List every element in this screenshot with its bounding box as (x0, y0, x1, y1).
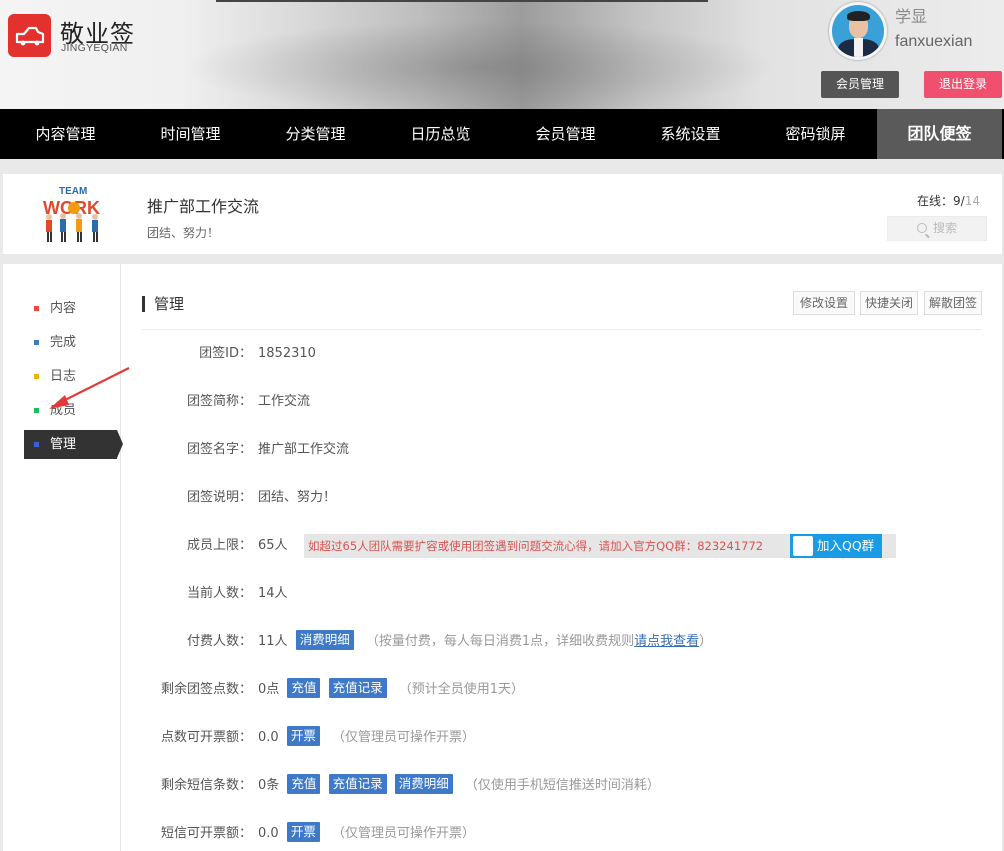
section-title: 管理 (154, 295, 185, 313)
team-card: TEAM WORK 推广部工作交流 团结、努力！ 在线：9/14 搜索 (3, 174, 1002, 254)
quick-close-button[interactable]: 快捷关闭 (860, 291, 918, 315)
field-row-limit: 成员上限： 65人 (186, 538, 288, 553)
dot-icon (34, 442, 39, 447)
avatar[interactable] (829, 2, 887, 60)
sidebar-item-log[interactable]: 日志 (24, 362, 117, 391)
sidebar-item-done[interactable]: 完成 (24, 328, 117, 357)
brand-logo-icon[interactable] (8, 14, 51, 57)
field-row-short-name: 团签简称： 工作交流 (186, 394, 311, 409)
nav-item-time[interactable]: 时间管理 (128, 109, 253, 159)
dot-icon (34, 306, 39, 311)
rules-link[interactable]: 请点我查看 (634, 634, 699, 649)
field-row-id: 团签ID： 1852310 (199, 346, 316, 361)
member-management-button[interactable]: 会员管理 (821, 71, 899, 98)
consumption-detail-button[interactable]: 消费明细 (295, 630, 354, 650)
logout-button[interactable]: 退出登录 (924, 71, 1002, 98)
field-row-points: 剩余团签点数： 0点 充值 充值记录 （预计全员使用1天） (160, 678, 525, 698)
field-row-paid: 付费人数： 11人 消费明细 （按量付费，每人每日消费1点，详细收费规则请点我查看… (186, 630, 713, 650)
dot-icon (34, 340, 39, 345)
brand-pinyin: JINGYEQIAN (61, 42, 128, 54)
online-status: 在线：9/14 (917, 194, 980, 208)
header: 敬业签 JINGYEQIAN 学显 fanxuexian 会员管理 退出登录 (0, 0, 1004, 109)
main-panel: 内容 完成 日志 成员 管理 管理 修改设置 快捷关闭 解散团签 团签ID： 18… (3, 264, 1002, 851)
sidebar-item-members[interactable]: 成员 (24, 396, 117, 425)
dissolve-team-button[interactable]: 解散团签 (924, 291, 982, 315)
recharge-record-button[interactable]: 充值记录 (328, 678, 387, 698)
section-header: 管理 修改设置 快捷关闭 解散团签 (142, 290, 982, 330)
nav-item-member[interactable]: 会员管理 (503, 109, 628, 159)
field-row-full-name: 团签名字： 推广部工作交流 (186, 442, 350, 457)
search-input[interactable]: 搜索 (887, 216, 987, 241)
qq-icon (793, 536, 813, 556)
team-name: 推广部工作交流 (147, 197, 260, 216)
sidebar-item-manage[interactable]: 管理 (24, 430, 123, 459)
search-icon (916, 223, 927, 233)
dot-icon (34, 408, 39, 413)
field-row-sms-invoice: 短信可开票额： 0.0 开票 （仅管理员可操作开票） (160, 822, 475, 842)
recharge-sms-button[interactable]: 充值 (287, 774, 321, 794)
join-qq-button[interactable]: 加入QQ群 (790, 534, 882, 558)
edit-settings-button[interactable]: 修改设置 (793, 291, 855, 315)
nav-item-category[interactable]: 分类管理 (253, 109, 378, 159)
online-count: 9 (953, 194, 961, 208)
field-row-invoice: 点数可开票额： 0.0 开票 （仅管理员可操作开票） (160, 726, 475, 746)
nav-item-calendar[interactable]: 日历总览 (378, 109, 503, 159)
header-top-bar (216, 0, 708, 2)
field-row-desc: 团签说明： 团结、努力！ (186, 490, 337, 505)
nav-item-content[interactable]: 内容管理 (3, 109, 128, 159)
invoice-button[interactable]: 开票 (286, 726, 320, 746)
field-row-sms: 剩余短信条数： 0条 充值 充值记录 消费明细 （仅使用手机短信推送时间消耗） (160, 774, 660, 794)
team-logo: TEAM WORK (40, 184, 113, 245)
team-motto: 团结、努力！ (147, 226, 220, 240)
user-name: 学显 (895, 7, 928, 26)
nav-item-lock[interactable]: 密码锁屏 (753, 109, 878, 159)
main-nav: 内容管理 时间管理 分类管理 日历总览 会员管理 系统设置 密码锁屏 团队便签 (0, 109, 1004, 159)
field-row-current: 当前人数： 14人 (186, 586, 288, 601)
nav-item-settings[interactable]: 系统设置 (628, 109, 753, 159)
sidebar: 内容 完成 日志 成员 管理 (3, 264, 123, 851)
user-login: fanxuexian (895, 33, 973, 50)
online-total: 14 (964, 194, 980, 208)
sms-invoice-button[interactable]: 开票 (286, 822, 320, 842)
nav-item-team[interactable]: 团队便签 (877, 109, 1002, 159)
sms-recharge-record-button[interactable]: 充值记录 (328, 774, 387, 794)
recharge-points-button[interactable]: 充值 (287, 678, 321, 698)
svg-text:TEAM: TEAM (59, 186, 87, 197)
sidebar-item-content[interactable]: 内容 (24, 294, 117, 323)
dot-icon (34, 374, 39, 379)
header-background (180, 20, 780, 109)
sms-consumption-detail-button[interactable]: 消费明细 (394, 774, 453, 794)
